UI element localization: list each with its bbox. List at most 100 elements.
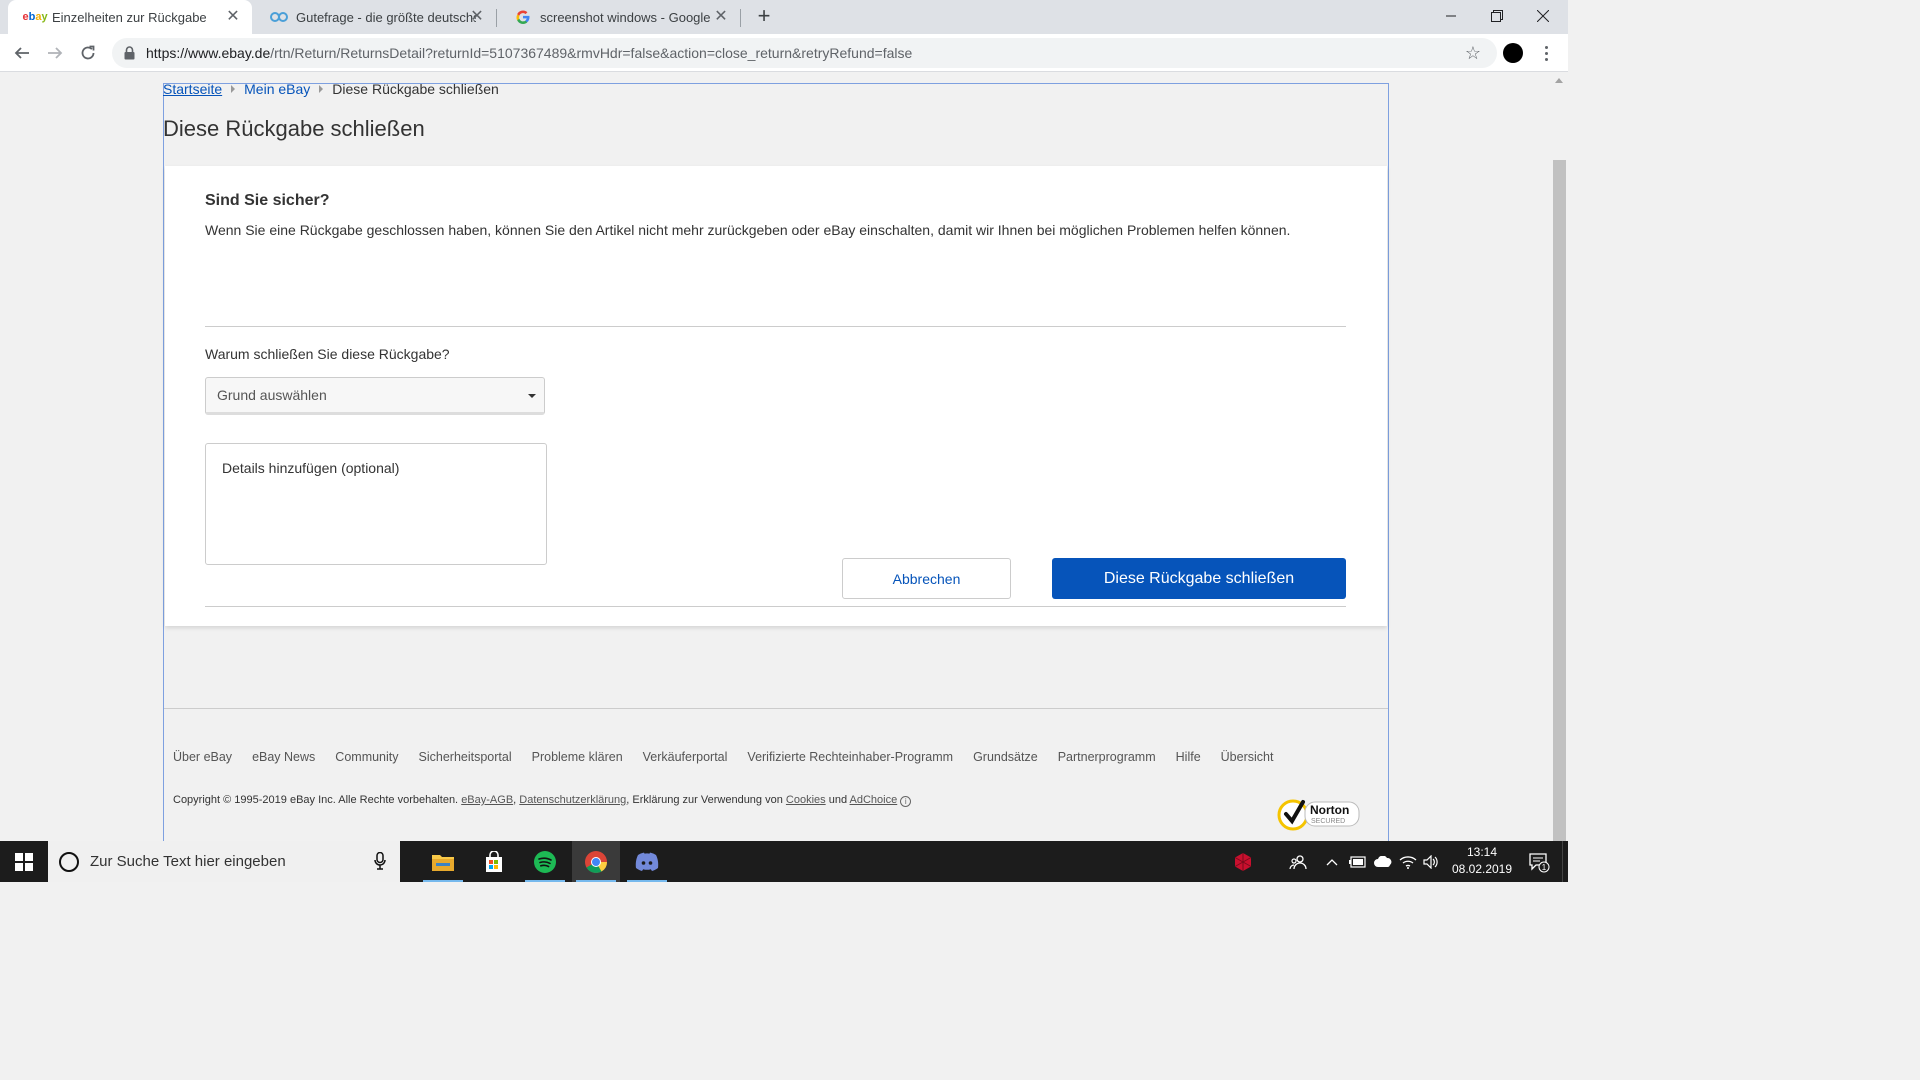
footer-divider	[164, 708, 1388, 709]
tab-google[interactable]: screenshot windows - Google-Suche ✕	[496, 0, 740, 34]
forward-arrow-icon[interactable]	[43, 41, 67, 65]
onedrive-icon[interactable]	[1372, 841, 1394, 882]
divider	[205, 326, 1346, 327]
clock-time: 13:14	[1466, 845, 1498, 859]
url-text: https://www.ebay.de/rtn/Return/ReturnsDe…	[146, 45, 913, 61]
show-desktop-button[interactable]	[1562, 841, 1568, 882]
file-explorer-icon[interactable]	[419, 841, 467, 882]
people-icon[interactable]	[1286, 841, 1310, 882]
footer-link-community[interactable]: Community	[335, 750, 398, 764]
spotify-icon[interactable]	[521, 841, 569, 882]
chrome-menu-icon[interactable]	[1540, 41, 1552, 65]
agb-link[interactable]: eBay-AGB	[461, 794, 513, 806]
wifi-icon[interactable]	[1397, 841, 1419, 882]
tab-title: Einzelheiten zur Rückgabe	[52, 9, 207, 25]
norton-name: Norton	[1310, 803, 1349, 817]
footer-link-help[interactable]: Hilfe	[1176, 750, 1201, 764]
copyright-prefix: Copyright © 1995-2019 eBay Inc. Alle Rec…	[173, 794, 459, 806]
breadcrumb-my-ebay-link[interactable]: Mein eBay	[244, 81, 310, 97]
footer-link-resolution[interactable]: Probleme klären	[532, 750, 623, 764]
breadcrumb-home-link[interactable]: Startseite	[163, 81, 222, 97]
reason-select[interactable]: Grund auswählen	[205, 377, 545, 415]
reload-icon[interactable]	[76, 41, 100, 65]
ebay-favicon-icon: ebay	[22, 11, 48, 23]
breadcrumb-separator-icon	[231, 85, 236, 93]
action-center-icon[interactable]: 1	[1524, 841, 1554, 882]
norton-sub: SECURED	[1311, 818, 1345, 825]
discord-icon[interactable]	[623, 841, 671, 882]
lock-icon	[124, 46, 136, 60]
footer-link-policies[interactable]: Grundsätze	[973, 750, 1038, 764]
breadcrumb: Startseite Mein eBay Diese Rückgabe schl…	[163, 81, 499, 97]
footer-link-partner[interactable]: Partnerprogramm	[1058, 750, 1156, 764]
back-arrow-icon[interactable]	[10, 41, 34, 65]
breadcrumb-separator-icon	[319, 85, 324, 93]
microphone-icon[interactable]	[374, 851, 386, 875]
chrome-icon[interactable]	[572, 841, 620, 882]
footer-link-about[interactable]: Über eBay	[173, 750, 232, 764]
gutefrage-favicon-icon	[270, 9, 288, 25]
and-text: und	[828, 794, 848, 806]
close-return-card: Sind Sie sicher? Wenn Sie eine Rückgabe …	[165, 166, 1387, 626]
close-tab-icon[interactable]: ✕	[468, 8, 486, 26]
browser-tab-strip: ebay Einzelheiten zur Rückgabe ✕ Gutefra…	[0, 0, 1568, 34]
page-title: Diese Rückgabe schließen	[163, 116, 425, 141]
minimize-icon[interactable]	[1428, 0, 1474, 32]
reason-select-value: Grund auswählen	[217, 387, 327, 403]
taskbar-search[interactable]: Zur Suche Text hier eingeben	[48, 841, 400, 882]
page-viewport: Startseite Mein eBay Diese Rückgabe schl…	[0, 72, 1551, 841]
cancel-button[interactable]: Abbrechen	[842, 558, 1011, 599]
breadcrumb-current: Diese Rückgabe schließen	[332, 81, 499, 97]
divider	[205, 606, 1346, 607]
tab-title: Gutefrage - die größte deutschsprachige	[296, 9, 476, 25]
copyright-text: Copyright © 1995-2019 eBay Inc. Alle Rec…	[173, 794, 912, 807]
confirm-heading: Sind Sie sicher?	[205, 192, 330, 209]
close-return-button[interactable]: Diese Rückgabe schließen	[1052, 558, 1346, 599]
details-textarea[interactable]: Details hinzufügen (optional)	[205, 443, 547, 565]
scroll-up-arrow-icon[interactable]	[1555, 78, 1563, 83]
security-app-tray-icon[interactable]	[1231, 841, 1255, 882]
cortana-icon	[59, 851, 79, 872]
bookmark-star-icon[interactable]: ☆	[1465, 44, 1481, 62]
battery-icon[interactable]	[1347, 841, 1369, 882]
tab-ebay[interactable]: ebay Einzelheiten zur Rückgabe ✕	[8, 0, 252, 34]
footer-link-news[interactable]: eBay News	[252, 750, 315, 764]
taskbar-clock[interactable]: 13:14 08.02.2019	[1450, 844, 1514, 878]
restore-icon[interactable]	[1474, 0, 1520, 32]
show-hidden-icons-chevron-icon[interactable]	[1322, 841, 1342, 882]
details-placeholder: Details hinzufügen (optional)	[222, 460, 400, 476]
new-tab-icon[interactable]: +	[752, 5, 776, 29]
close-tab-icon[interactable]: ✕	[712, 8, 730, 26]
privacy-link[interactable]: Datenschutzerklärung	[519, 794, 626, 806]
cookies-link[interactable]: Cookies	[786, 794, 826, 806]
footer-link-vero[interactable]: Verifizierte Rechteinhaber-Programm	[747, 750, 953, 764]
copyright-comma: ,	[513, 794, 517, 806]
footer-link-sitemap[interactable]: Übersicht	[1221, 750, 1274, 764]
page-scrollbar[interactable]	[1551, 72, 1568, 841]
footer-link-seller[interactable]: Verkäuferportal	[643, 750, 728, 764]
taskbar-search-placeholder: Zur Suche Text hier eingeben	[90, 853, 286, 870]
scrollbar-thumb[interactable]	[1553, 160, 1566, 841]
reason-question: Warum schließen Sie diese Rückgabe?	[205, 346, 450, 362]
volume-icon[interactable]	[1420, 841, 1442, 882]
usage-text: , Erklärung zur Verwendung von	[626, 794, 783, 806]
google-favicon-icon	[514, 9, 532, 25]
clock-date: 08.02.2019	[1451, 862, 1513, 876]
confirm-description: Wenn Sie eine Rückgabe geschlossen haben…	[205, 222, 1291, 238]
info-icon[interactable]: i	[900, 796, 912, 807]
close-window-icon[interactable]	[1520, 0, 1566, 32]
adchoice-link[interactable]: AdChoice	[850, 794, 898, 806]
windows-start-icon[interactable]	[0, 841, 48, 882]
tab-separator	[740, 9, 741, 27]
tab-gutefrage[interactable]: Gutefrage - die größte deutschsprachige …	[252, 0, 496, 34]
profile-avatar[interactable]	[1503, 43, 1523, 63]
windows-taskbar: Zur Suche Text hier eingeben 13:14 08.02…	[0, 841, 1568, 882]
footer-links: Über eBay eBay News Community Sicherheit…	[173, 750, 1273, 764]
store-icon[interactable]	[470, 841, 518, 882]
close-tab-icon[interactable]: ✕	[224, 8, 242, 26]
dropdown-caret-icon	[528, 394, 536, 398]
tab-title: screenshot windows - Google-Suche	[540, 9, 710, 25]
norton-secured-badge[interactable]: Norton SECURED	[1277, 796, 1361, 832]
address-bar[interactable]: https://www.ebay.de/rtn/Return/ReturnsDe…	[112, 38, 1497, 68]
footer-link-security[interactable]: Sicherheitsportal	[419, 750, 512, 764]
